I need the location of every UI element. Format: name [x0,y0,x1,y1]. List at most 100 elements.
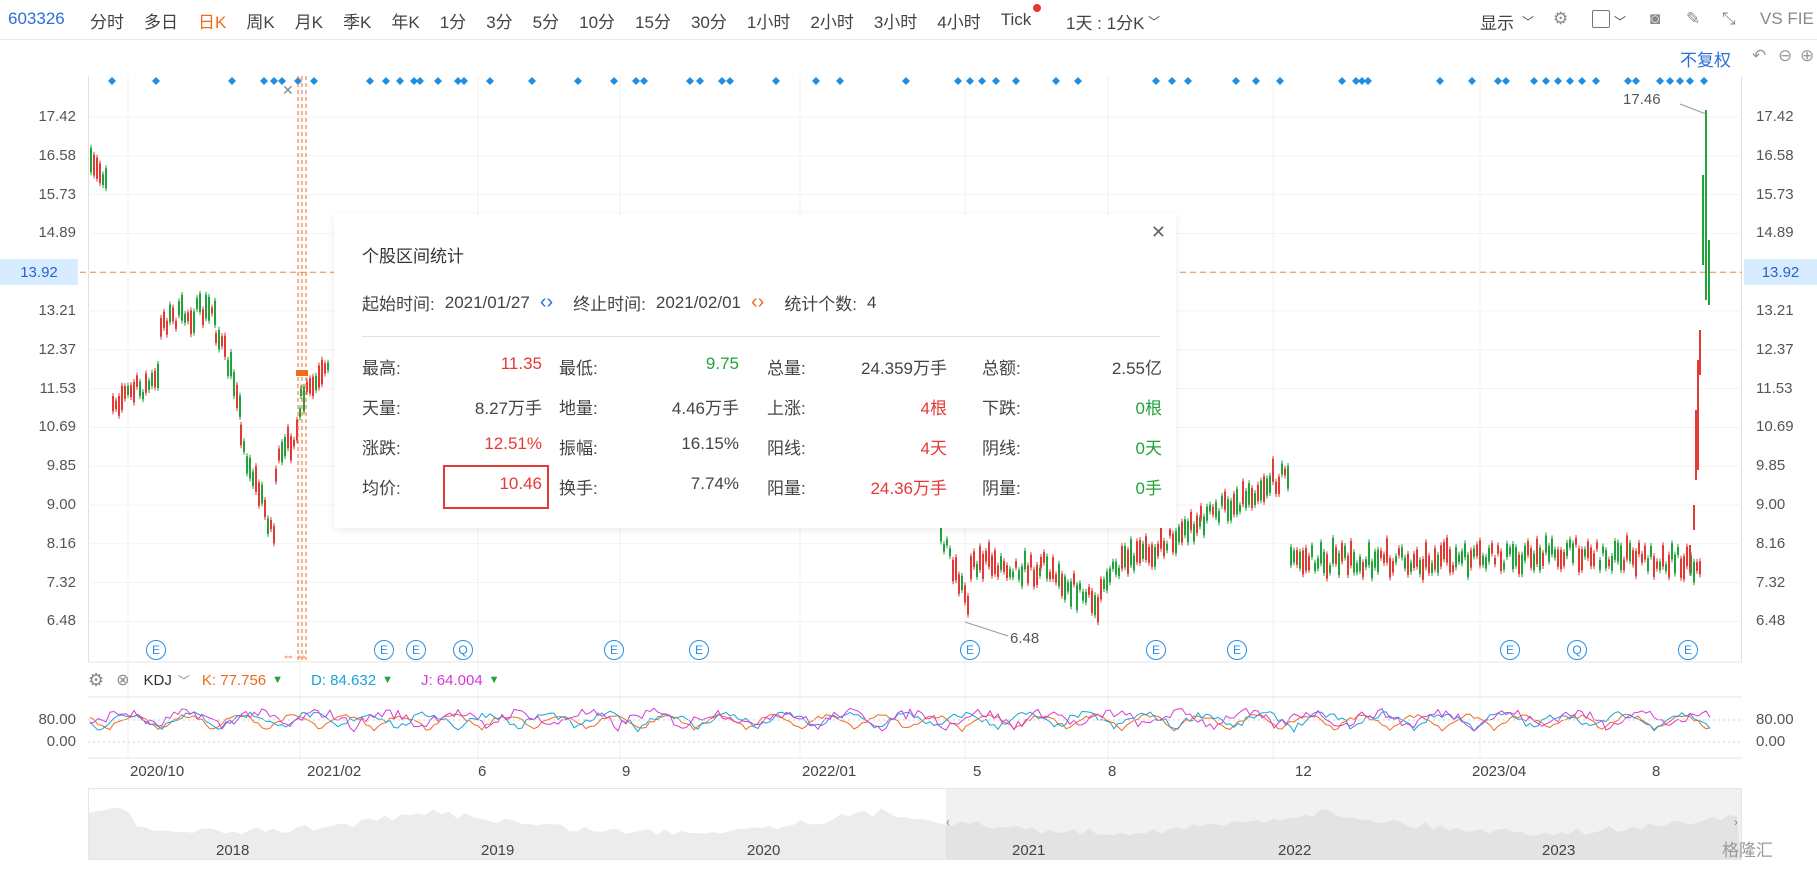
candle-body [1305,547,1307,571]
candle-body [96,157,98,179]
navigator-year-label: 2018 [216,842,250,859]
x-tick-label: 8 [1652,763,1661,780]
avg-price-highlight [443,465,549,509]
range-adjust-icon[interactable]: ‹› [540,291,553,314]
e-event-icon[interactable]: E [689,640,709,660]
candle-body [1560,549,1562,570]
candle-body [1497,545,1499,554]
stat-label: 振幅: [559,439,598,458]
e-event-icon[interactable]: E [406,640,426,660]
dividend-diamond [1566,77,1574,85]
e-event-icon[interactable]: E [1227,640,1247,660]
time-navigator[interactable] [88,788,1742,860]
candle-body [1392,561,1394,573]
close-icon[interactable]: ✕ [282,82,294,99]
candle-body [1587,541,1589,558]
e-event-icon[interactable]: E [1146,640,1166,660]
candle-body [181,294,183,321]
dividend-diamond [978,77,986,85]
candle-body [236,384,238,409]
candle-body [1696,562,1698,571]
candle-body [142,392,144,400]
stat-value: 4根 [920,399,947,418]
candle-body [1245,491,1247,508]
e-event-icon[interactable]: E [374,640,394,660]
candle-body [1494,557,1496,565]
indicator-name[interactable]: KDJ [144,672,172,689]
e-event-icon[interactable]: E [960,640,980,660]
e-event-icon[interactable]: E [1678,640,1698,660]
candle-body [1377,549,1379,573]
stat-value: 24.359万手 [861,359,947,378]
candle-body [1650,546,1652,557]
candle-body [148,380,150,390]
dividend-diamond [310,77,318,85]
candle-body [299,408,301,418]
candle-body [1139,540,1141,564]
gear-icon[interactable]: ⚙ [88,670,104,691]
candle-body [1407,553,1409,575]
candle-body [1033,569,1035,587]
candle-body [1088,586,1090,595]
candle-body [1596,542,1598,549]
dividend-diamond [1666,77,1674,85]
close-icon[interactable]: ⊗ [116,670,129,690]
stat-value: 8.27万手 [474,399,542,418]
candle-body [1563,552,1565,566]
candle-body [243,441,245,452]
candle-body [970,556,972,580]
candle-body [1136,541,1138,563]
e-event-icon[interactable]: E [604,640,624,660]
end-date[interactable]: 2021/02/01 [656,293,741,313]
candle-body [1070,581,1072,607]
candle-body [1221,495,1223,506]
candle-body [1644,545,1646,560]
stat-value: 16.15% [681,434,739,453]
candle-body [227,359,229,376]
q-event-icon[interactable]: Q [453,640,473,660]
dividend-diamond [1592,77,1600,85]
candle-body [1389,558,1391,578]
candle-body [1196,515,1198,534]
candle-body [991,555,993,576]
candle-body [1254,492,1256,506]
candle-body [261,484,263,504]
candle-body [1130,539,1132,566]
count-label: 统计个数: [784,295,858,314]
navigator-year-label: 2019 [481,842,515,859]
candle-body [1341,543,1343,562]
dividend-diamond [528,77,536,85]
candle-body [1106,571,1108,591]
dividend-diamond [1530,77,1538,85]
close-icon[interactable]: ✕ [1151,222,1166,243]
candle-body [1284,468,1286,476]
candle-body [1299,551,1301,569]
dividend-diamond [696,77,704,85]
candle-body [1142,543,1144,559]
candle-body [115,400,117,410]
caret-down-icon: ▼ [272,674,284,686]
kdj-j-value: J: 64.004 [420,671,483,689]
range-adjust-icon[interactable]: ‹› [751,291,764,314]
chevron-down-icon[interactable]: ﹀ [178,672,190,689]
x-tick-label: 5 [973,763,982,780]
stat-value: 0手 [1135,479,1162,498]
candle-body [1335,547,1337,564]
candle-body [1215,502,1217,518]
candle-body [278,448,280,461]
candle-body [1055,574,1057,583]
candle-body [1206,506,1208,521]
q-event-icon[interactable]: Q [1567,640,1587,660]
dividend-diamond [812,77,820,85]
e-event-icon[interactable]: E [146,640,166,660]
dividend-diamond [396,77,404,85]
candle-body [1227,499,1229,521]
candle-body [169,304,171,323]
candle-body [1012,571,1014,578]
start-date[interactable]: 2021/01/27 [445,293,530,313]
candle-body [1470,550,1472,568]
candle-body [1551,538,1553,555]
candle-body [1085,591,1087,603]
e-event-icon[interactable]: E [1500,640,1520,660]
candle-body [1157,543,1159,557]
